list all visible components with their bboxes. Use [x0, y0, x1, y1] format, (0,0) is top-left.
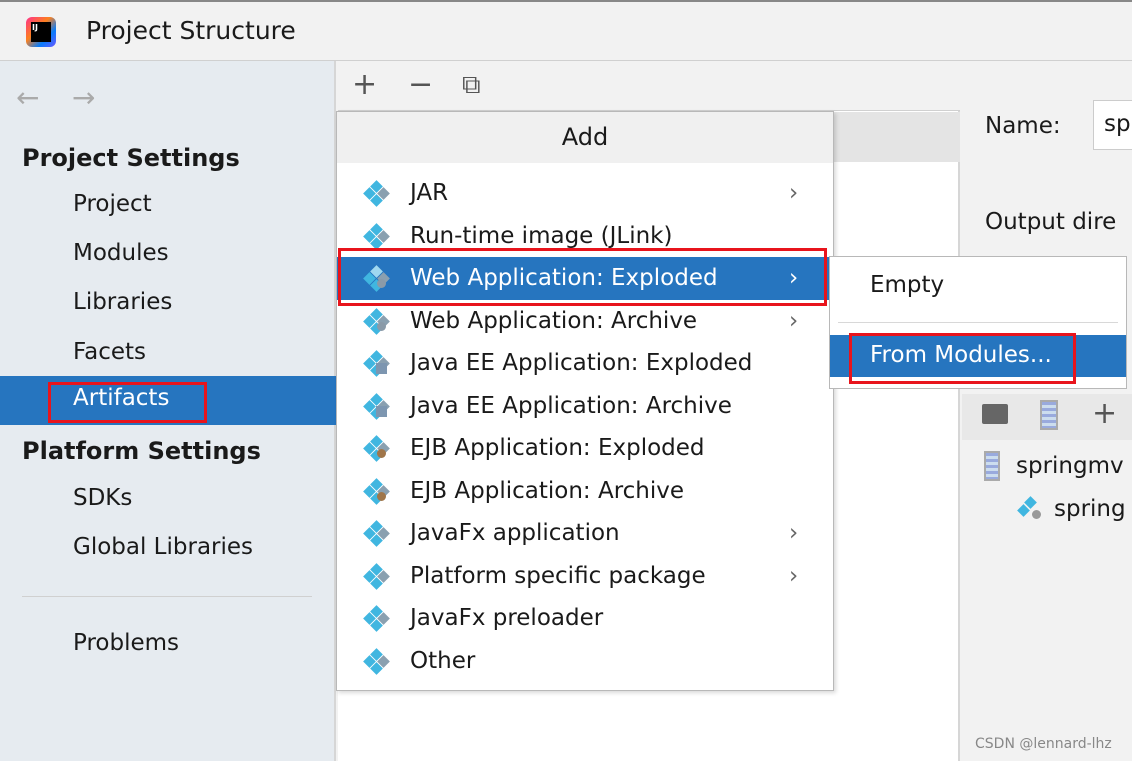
title-bar: IJ Project Structure — [0, 0, 1132, 61]
menu-item-label: EJB Application: Exploded — [410, 435, 705, 461]
javaee-artifact-icon — [363, 350, 390, 377]
menu-item-label: JavaFx application — [410, 520, 620, 546]
artifact-icon — [363, 647, 390, 675]
highlight-box — [849, 333, 1076, 384]
artifact-icon — [363, 605, 390, 632]
artifact-icon — [363, 222, 390, 250]
menu-item-label: Java EE Application: Exploded — [410, 350, 753, 376]
forward-arrow-icon[interactable]: → — [72, 81, 95, 114]
add-menu: Add JAR › Run-time image (JLink) Web Applic… — [336, 111, 834, 691]
output-directory-label: Output dire — [985, 209, 1117, 235]
section-platform-settings: Platform Settings — [22, 437, 261, 465]
sidebar-item-problems[interactable]: Problems — [73, 630, 179, 656]
menu-item[interactable]: JavaFx application › — [337, 512, 833, 555]
watermark: CSDN @lennard-lhz — [975, 736, 1112, 752]
menu-item[interactable]: Java EE Application: Archive — [337, 385, 833, 428]
tree-item[interactable]: springmv — [1016, 453, 1124, 479]
archive-icon — [984, 451, 1000, 481]
artifact-icon — [363, 520, 390, 547]
menu-item[interactable]: JavaFx preloader — [337, 597, 833, 640]
menu-item[interactable]: EJB Application: Exploded — [337, 427, 833, 470]
menu-item-empty[interactable]: Empty — [870, 272, 944, 298]
menu-item-label: Platform specific package — [410, 562, 706, 589]
web-artifact-icon — [363, 307, 390, 335]
artifact-icon — [363, 562, 390, 590]
menu-item-label: JAR — [410, 180, 449, 206]
window-title: Project Structure — [86, 16, 296, 45]
tree-item[interactable]: spring — [1054, 496, 1126, 522]
intellij-logo-icon: IJ — [26, 17, 56, 47]
divider — [22, 596, 312, 597]
chevron-right-icon: › — [789, 180, 799, 206]
web-artifact-icon — [1017, 496, 1044, 524]
highlight-box — [48, 382, 207, 423]
new-directory-icon[interactable] — [982, 404, 1008, 424]
menu-item[interactable]: JAR › — [337, 172, 833, 215]
highlight-box — [338, 248, 827, 306]
section-project-settings: Project Settings — [22, 144, 240, 172]
menu-item[interactable]: Other — [337, 640, 833, 683]
add-copy-icon[interactable]: + — [1092, 396, 1117, 431]
back-arrow-icon[interactable]: ← — [16, 81, 39, 114]
menu-header: Add — [337, 112, 833, 163]
sidebar-item-libraries[interactable]: Libraries — [73, 289, 172, 315]
name-input[interactable]: sp — [1093, 100, 1132, 150]
sidebar-item-modules[interactable]: Modules — [73, 240, 169, 266]
menu-item-label: Other — [410, 647, 476, 674]
remove-button[interactable]: − — [408, 67, 433, 102]
chevron-right-icon: › — [789, 562, 799, 589]
archive-icon[interactable] — [1040, 400, 1058, 430]
separator — [838, 322, 1118, 323]
sidebar-item-global-libraries[interactable]: Global Libraries — [73, 534, 253, 560]
artifact-settings-panel: Name: sp Output dire + springmv spring — [962, 61, 1132, 761]
add-button[interactable]: + — [352, 67, 377, 102]
ejb-artifact-icon — [363, 477, 390, 505]
artifact-icon — [363, 180, 390, 207]
sidebar-item-sdks[interactable]: SDKs — [73, 485, 132, 511]
ejb-artifact-icon — [363, 435, 390, 462]
javaee-artifact-icon — [363, 392, 390, 420]
layout-toolbar: + — [962, 394, 1132, 440]
menu-item-label: EJB Application: Archive — [410, 477, 685, 504]
menu-item[interactable]: EJB Application: Archive — [337, 470, 833, 513]
menu-item[interactable]: Platform specific package › — [337, 555, 833, 598]
name-label: Name: — [985, 113, 1061, 139]
menu-item-label: JavaFx preloader — [410, 605, 604, 631]
menu-item-label: Java EE Application: Archive — [410, 392, 732, 419]
sidebar-item-project[interactable]: Project — [73, 191, 152, 217]
menu-item[interactable]: Java EE Application: Exploded — [337, 342, 833, 385]
copy-button[interactable]: ⧉ — [462, 70, 481, 101]
toolbar: + − ⧉ — [338, 61, 960, 111]
chevron-right-icon: › — [789, 520, 799, 546]
sidebar-item-facets[interactable]: Facets — [73, 339, 146, 365]
